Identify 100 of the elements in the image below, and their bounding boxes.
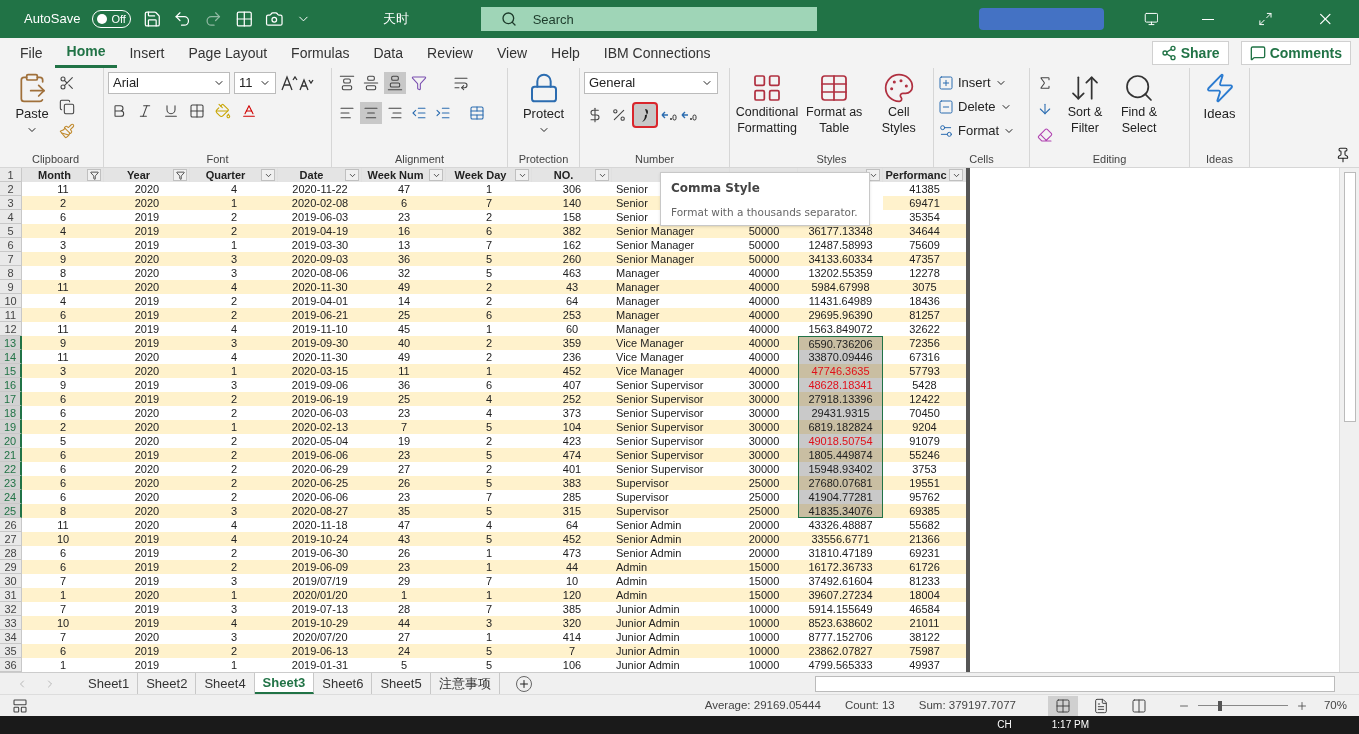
row-number[interactable]: 25 (0, 504, 22, 518)
editing-button[interactable]: Sort & Filter (1060, 72, 1110, 136)
ribbon-tab[interactable]: IBM Connections (591, 38, 723, 68)
row-number[interactable]: 29 (0, 560, 22, 574)
editing-button[interactable]: Find & Select (1114, 72, 1164, 136)
table-cell: Senior Manager (612, 224, 730, 238)
cells-button[interactable]: Format (938, 120, 1016, 142)
row-number[interactable]: 31 (0, 588, 22, 602)
ribbon-tab[interactable]: Formulas (279, 38, 362, 68)
row-number[interactable]: 22 (0, 462, 22, 476)
row-number[interactable]: 36 (0, 658, 22, 672)
row-number[interactable]: 13 (0, 336, 22, 350)
font-size-field[interactable]: 11 (234, 72, 276, 94)
ribbon-tab[interactable]: Data (361, 38, 416, 68)
table-cell: 34133.60334 (798, 252, 883, 266)
comments-button[interactable]: Comments (1240, 41, 1351, 65)
row-number[interactable]: 14 (0, 350, 22, 364)
row-number[interactable]: 16 (0, 378, 22, 392)
row-number[interactable]: 30 (0, 574, 22, 588)
table-cell: 8 (22, 504, 104, 518)
table-cell: 3075 (883, 280, 966, 294)
row-number[interactable]: 6 (0, 238, 22, 252)
table-cell: 1 (190, 196, 278, 210)
table-cell: Vice Manager (612, 336, 730, 350)
row-number[interactable]: 33 (0, 616, 22, 630)
table-cell: 5 (446, 252, 532, 266)
ribbon-tab[interactable]: Help (539, 38, 592, 68)
row-number[interactable]: 11 (0, 308, 22, 322)
table-cell: 11 (22, 280, 104, 294)
cells-button[interactable]: Insert (938, 72, 1016, 94)
search-field[interactable]: Search (480, 7, 817, 31)
row-number[interactable]: 2 (0, 182, 22, 196)
ribbon-tab[interactable]: Insert (117, 38, 177, 68)
row-number[interactable]: 28 (0, 546, 22, 560)
ribbon-tab[interactable]: File (8, 38, 55, 68)
table-cell: 34644 (883, 224, 966, 238)
row-number[interactable]: 3 (0, 196, 22, 210)
styles-button[interactable]: Format as Table (804, 72, 865, 136)
table-cell: 5 (446, 476, 532, 490)
row-number[interactable]: 23 (0, 476, 22, 490)
ideas-button[interactable]: Ideas (1194, 72, 1245, 124)
row-number[interactable]: 8 (0, 266, 22, 280)
cells-button[interactable]: Delete (938, 96, 1016, 118)
table-cell: 27918.13396 (798, 392, 883, 406)
column-header: Week Num (362, 168, 446, 182)
table-cell: 2 (190, 392, 278, 406)
table-cell: 33870.09446 (798, 350, 883, 364)
row-number[interactable]: 26 (0, 518, 22, 532)
font-name-field[interactable]: Arial (108, 72, 230, 94)
table-cell: 23 (362, 560, 446, 574)
sheet-tab[interactable]: Sheet3 (254, 673, 315, 694)
row-number[interactable]: 34 (0, 630, 22, 644)
row-number[interactable]: 5 (0, 224, 22, 238)
row-number[interactable]: 24 (0, 490, 22, 504)
row-number[interactable]: 12 (0, 322, 22, 336)
row-number[interactable]: 10 (0, 294, 22, 308)
paste-button[interactable]: Paste (12, 72, 52, 136)
table-cell: 1 (190, 420, 278, 434)
table-cell: 4 (190, 616, 278, 630)
file-name[interactable]: 天时 (382, 9, 409, 29)
row-number[interactable]: 15 (0, 364, 22, 378)
ribbon-tab[interactable]: View (484, 38, 540, 68)
row-number[interactable]: 19 (0, 420, 22, 434)
table-cell: 320 (532, 616, 612, 630)
table-cell: 1 (446, 364, 532, 378)
row-number[interactable]: 27 (0, 532, 22, 546)
table-cell: 2019 (104, 392, 190, 406)
table-cell: 382 (532, 224, 612, 238)
row-number[interactable]: 7 (0, 252, 22, 266)
row-number[interactable]: 1 (0, 168, 22, 182)
row-number[interactable]: 21 (0, 448, 22, 462)
table-cell: Senior Admin (612, 532, 730, 546)
row-number[interactable]: 9 (0, 280, 22, 294)
ribbon-tab[interactable]: Review (415, 38, 485, 68)
table-cell: Senior Supervisor (612, 448, 730, 462)
table-cell: 1 (22, 588, 104, 602)
row-number[interactable]: 4 (0, 210, 22, 224)
group-label: Protection (518, 151, 569, 167)
ribbon-tab[interactable]: Page Layout (176, 38, 280, 68)
styles-button[interactable]: Conditional Formatting (734, 72, 800, 136)
number-format-field[interactable]: General (584, 72, 718, 94)
table-cell: 5 (446, 448, 532, 462)
taskbar-language[interactable]: CH (997, 720, 1012, 730)
row-number[interactable]: 35 (0, 644, 22, 658)
table-cell: 27680.07681 (798, 476, 883, 490)
table-cell: 2019-06-06 (278, 448, 362, 462)
autosave-label: AutoSave (24, 10, 81, 29)
row-number[interactable]: 32 (0, 602, 22, 616)
table-cell: 2020-08-27 (278, 504, 362, 518)
zoom-percent[interactable]: 70% (1323, 696, 1347, 715)
protect-button[interactable]: Protect (512, 72, 575, 136)
table-cell: 2019 (104, 336, 190, 350)
row-number[interactable]: 20 (0, 434, 22, 448)
group-label: Ideas (1206, 151, 1233, 167)
share-button[interactable]: Share (1151, 41, 1229, 65)
table-cell: 2019-09-30 (278, 336, 362, 350)
row-number[interactable]: 17 (0, 392, 22, 406)
table-cell: 25000 (730, 504, 798, 518)
styles-button[interactable]: Cell Styles (868, 72, 929, 136)
row-number[interactable]: 18 (0, 406, 22, 420)
